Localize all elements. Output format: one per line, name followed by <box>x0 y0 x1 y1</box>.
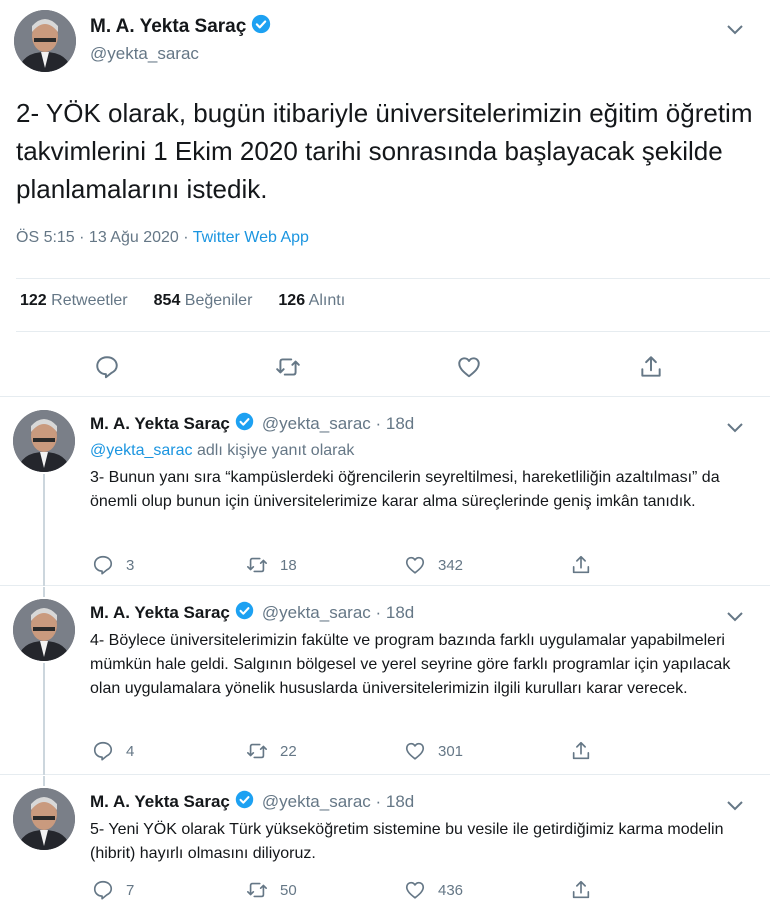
retweet-icon <box>247 743 267 759</box>
retweet-button[interactable]: 22 <box>246 740 297 762</box>
avatar-image <box>13 599 75 661</box>
tweet-meta: ÖS 5:15 · 13 Ağu 2020 · Twitter Web App <box>16 229 309 247</box>
reply-button[interactable]: 3 <box>92 554 134 576</box>
quotes-stat[interactable]: 126 Alıntı <box>278 292 345 310</box>
author-name[interactable]: M. A. Yekta Saraç <box>90 16 246 38</box>
like-count: 436 <box>438 881 464 899</box>
quotes-label: Alıntı <box>308 292 346 309</box>
replying-to-suffix: adlı kişiye yanıt olarak <box>192 442 355 459</box>
author-handle[interactable]: @yekta_sarac · 18d <box>262 414 414 434</box>
share-button[interactable] <box>570 554 604 576</box>
reply-tweet[interactable]: M. A. Yekta Saraç @yekta_sarac · 18d 4- … <box>0 587 770 775</box>
retweet-count: 50 <box>280 881 297 899</box>
avatar-image <box>13 788 75 850</box>
author-row: M. A. Yekta Saraç @yekta_sarac · 18d <box>90 412 414 436</box>
retweet-button[interactable]: 18 <box>246 554 297 576</box>
heart-icon[interactable] <box>456 354 482 380</box>
like-count: 301 <box>438 742 464 760</box>
reply-count: 4 <box>126 742 135 760</box>
author-handle[interactable]: @yekta_sarac · 18d <box>262 603 414 623</box>
like-button[interactable]: 342 <box>404 554 463 576</box>
quotes-count: 126 <box>278 292 306 309</box>
heart-icon <box>405 742 425 760</box>
tweet-time[interactable]: ÖS 5:15 · 13 Ağu 2020 · <box>16 229 193 246</box>
author-name[interactable]: M. A. Yekta Saraç <box>90 603 230 623</box>
author-handle[interactable]: @yekta_sarac <box>90 44 199 64</box>
chevron-down-icon[interactable] <box>727 798 743 811</box>
share-icon <box>572 741 590 760</box>
likes-stat[interactable]: 854 Beğeniler <box>154 292 253 310</box>
verified-badge-icon <box>251 14 271 40</box>
reply-count: 3 <box>126 556 135 574</box>
retweets-label: Retweetler <box>51 292 128 309</box>
share-icon[interactable] <box>638 354 664 380</box>
avatar[interactable] <box>14 10 76 72</box>
verified-badge-icon <box>235 601 254 625</box>
tweet-text: 3- Bunun yanı sıra “kampüslerdeki öğrenc… <box>90 469 720 510</box>
chevron-down-icon[interactable] <box>727 609 743 622</box>
thread-line <box>43 663 45 775</box>
reply-tweet[interactable]: M. A. Yekta Saraç @yekta_sarac · 18d 5- … <box>0 776 770 917</box>
author-handle[interactable]: @yekta_sarac · 18d <box>262 792 414 812</box>
author-row: M. A. Yekta Saraç <box>90 14 271 40</box>
main-tweet: M. A. Yekta Saraç @yekta_sarac 2- YÖK ol… <box>0 0 770 397</box>
reply-icon <box>93 555 113 575</box>
tweet-stats: 122 Retweetler 854 Beğeniler 126 Alıntı <box>20 292 345 310</box>
reply-button[interactable]: 7 <box>92 879 134 901</box>
heart-icon <box>405 881 425 899</box>
likes-count: 854 <box>153 292 181 309</box>
share-icon <box>572 880 590 899</box>
retweet-count: 18 <box>280 556 297 574</box>
retweets-count: 122 <box>20 292 47 309</box>
retweet-count: 22 <box>280 742 297 760</box>
retweet-button[interactable]: 50 <box>246 879 297 901</box>
reply-icon <box>93 880 113 900</box>
divider <box>16 331 770 332</box>
share-button[interactable] <box>570 740 604 762</box>
thread-line <box>43 474 45 586</box>
reply-icon <box>93 741 113 761</box>
avatar-image <box>13 410 75 472</box>
chevron-down-icon[interactable] <box>727 420 743 433</box>
likes-label: Beğeniler <box>184 292 253 309</box>
verified-badge-icon <box>235 412 254 436</box>
retweet-icon <box>247 557 267 573</box>
author-row: M. A. Yekta Saraç @yekta_sarac · 18d <box>90 790 414 814</box>
like-button[interactable]: 436 <box>404 879 463 901</box>
replying-to-handle[interactable]: @yekta_sarac <box>90 442 193 459</box>
heart-icon <box>405 556 425 574</box>
tweet-text: 4- Böylece üniversitelerimizin fakülte v… <box>90 632 731 697</box>
divider <box>16 278 770 279</box>
reply-tweet[interactable]: M. A. Yekta Saraç @yekta_sarac · 18d @ye… <box>0 398 770 586</box>
author-name[interactable]: M. A. Yekta Saraç <box>90 792 230 812</box>
like-count: 342 <box>438 556 464 574</box>
reply-icon[interactable] <box>94 354 120 380</box>
avatar[interactable] <box>13 788 75 850</box>
thread-line <box>43 587 45 597</box>
avatar-image <box>14 10 76 72</box>
author-row: M. A. Yekta Saraç @yekta_sarac · 18d <box>90 601 414 625</box>
thread-line <box>43 776 45 786</box>
like-button[interactable]: 301 <box>404 740 463 762</box>
retweet-icon <box>247 882 267 898</box>
tweet-source[interactable]: Twitter Web App <box>193 229 309 246</box>
reply-button[interactable]: 4 <box>92 740 134 762</box>
retweets-stat[interactable]: 122 Retweetler <box>20 292 128 310</box>
tweet-text: 2- YÖK olarak, bugün itibariyle üniversi… <box>16 98 753 204</box>
retweet-icon[interactable] <box>275 354 301 380</box>
reply-count: 7 <box>126 881 135 899</box>
verified-badge-icon <box>235 790 254 814</box>
avatar[interactable] <box>13 410 75 472</box>
author-name[interactable]: M. A. Yekta Saraç <box>90 414 230 434</box>
replying-to: @yekta_sarac adlı kişiye yanıt olarak <box>90 442 354 460</box>
share-button[interactable] <box>570 879 604 901</box>
avatar[interactable] <box>13 599 75 661</box>
share-icon <box>572 555 590 574</box>
chevron-down-icon[interactable] <box>727 22 743 35</box>
tweet-text: 5- Yeni YÖK olarak Türk yükseköğretim si… <box>90 821 724 862</box>
